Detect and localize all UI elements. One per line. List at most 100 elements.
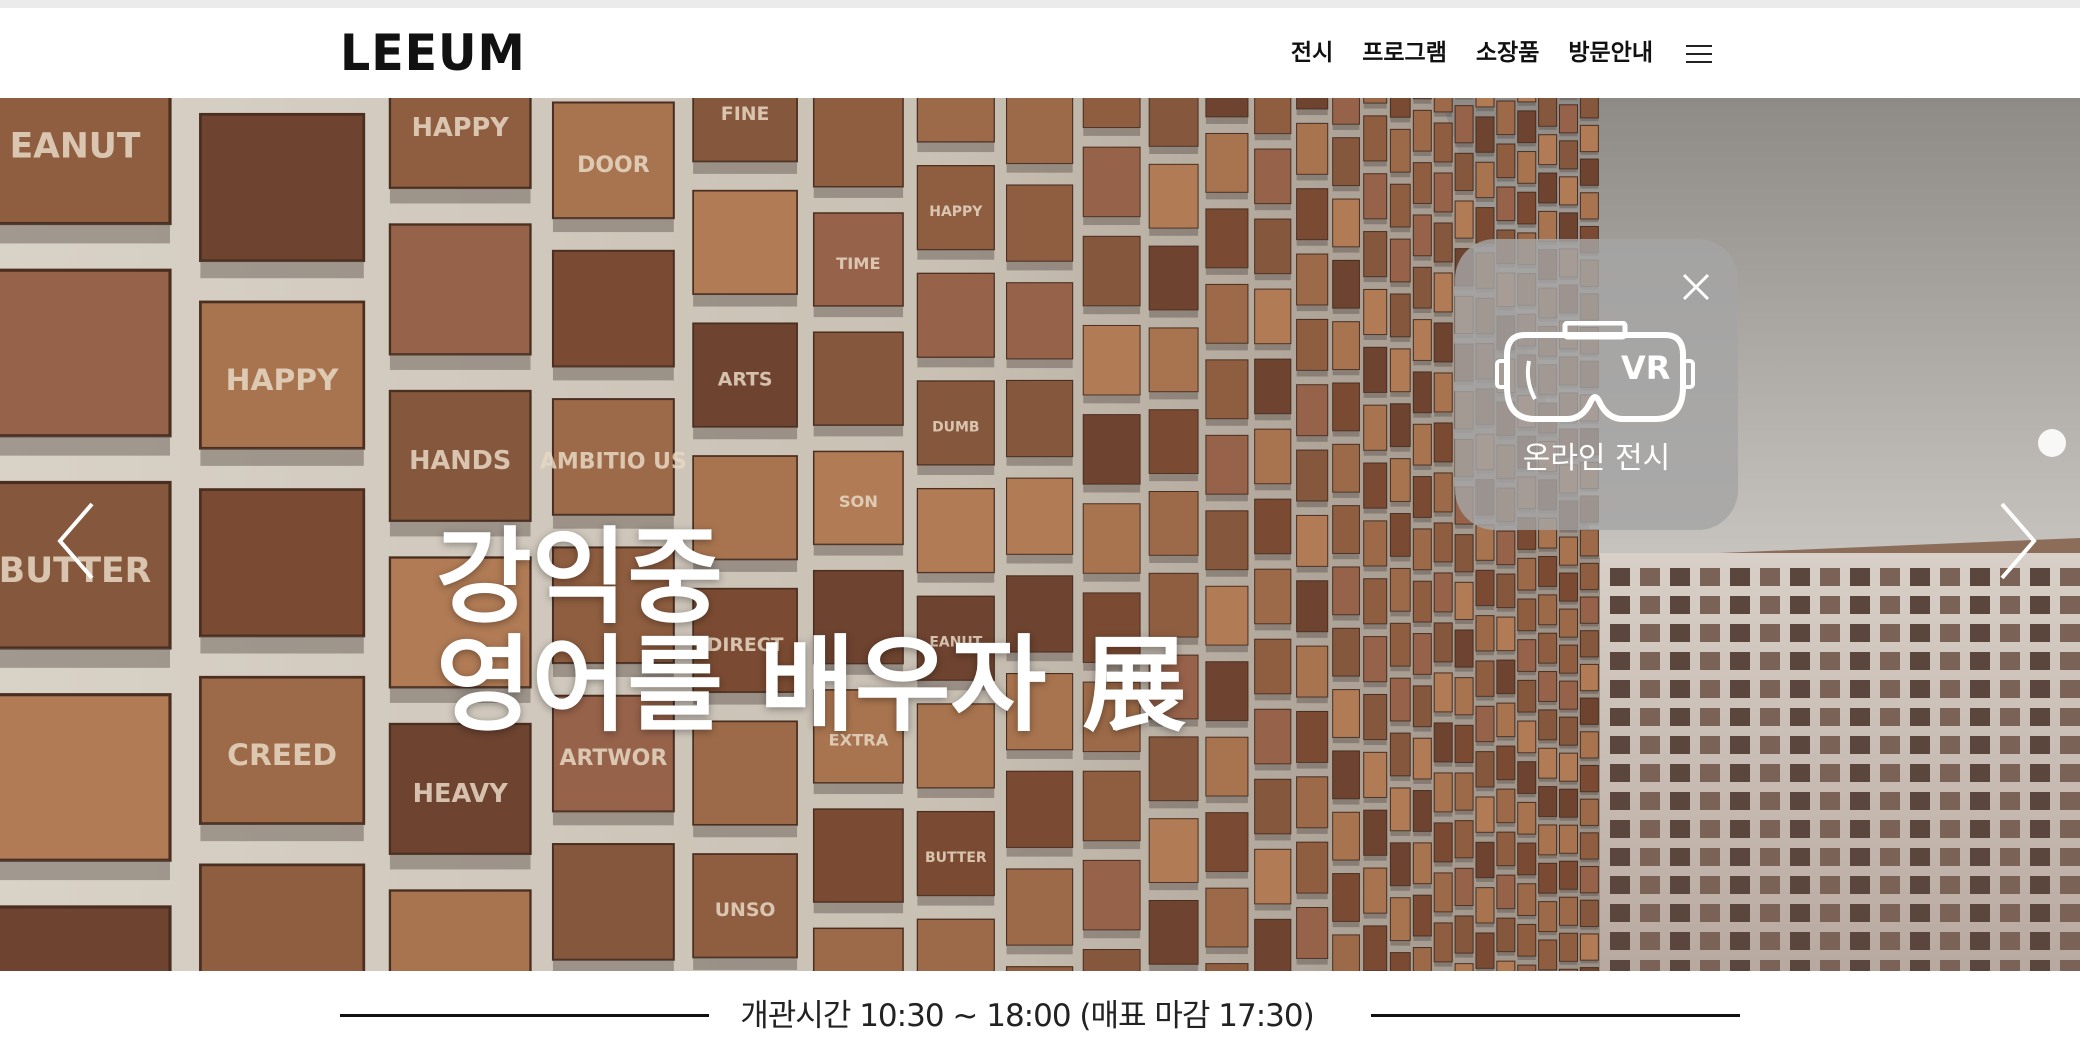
wood-tile-shadow xyxy=(1205,569,1248,577)
far-wall-tile xyxy=(1790,708,1810,726)
wood-tile xyxy=(1433,172,1453,213)
wood-tile xyxy=(1558,788,1578,818)
wood-tile xyxy=(1579,596,1599,624)
hero-title[interactable]: 강익중 영어를 배우자 展 xyxy=(436,523,1187,739)
wood-tile xyxy=(1363,578,1388,625)
wood-tile-shadow xyxy=(1363,913,1387,919)
previous-slide-arrow-icon[interactable] xyxy=(50,496,110,586)
wood-tile xyxy=(1205,812,1249,873)
wood-tile xyxy=(1389,183,1411,228)
far-wall-tile xyxy=(1880,932,1900,950)
wood-tile xyxy=(1148,245,1199,311)
wood-tile-shadow xyxy=(1559,817,1578,821)
wood-tile xyxy=(1296,122,1329,175)
wood-tile-shadow xyxy=(200,823,364,842)
far-wall-tile xyxy=(2060,624,2080,642)
far-wall-tile xyxy=(1940,764,1960,782)
wood-tile xyxy=(1389,567,1411,612)
hamburger-menu-icon[interactable] xyxy=(1686,45,1712,65)
wood-tile-shadow xyxy=(1006,847,1073,857)
wood-tile xyxy=(1082,98,1141,129)
nav-visit-info[interactable]: 방문안내 xyxy=(1568,38,1653,68)
wood-tile-shadow xyxy=(1434,661,1453,667)
wood-tile-shadow xyxy=(1254,903,1291,911)
wood-tile xyxy=(1579,630,1599,658)
wood-tile-shadow xyxy=(1413,779,1432,784)
wood-tile xyxy=(1496,745,1516,781)
nav-exhibition[interactable]: 전시 xyxy=(1291,38,1333,68)
wood-tile-shadow xyxy=(1496,134,1515,139)
wood-tile-shadow xyxy=(1580,219,1599,223)
wood-tile xyxy=(1363,925,1388,971)
wood-tile xyxy=(1433,772,1453,813)
wood-tile-shadow xyxy=(1205,116,1248,124)
opening-hours-bar: 개관시간 10:30 ~ 18:00 (매표 마감 17:30) xyxy=(0,990,2080,1040)
far-wall-tile xyxy=(2060,820,2080,838)
wood-tile-shadow xyxy=(1413,622,1432,627)
wood-tile-shadow xyxy=(1413,517,1432,523)
wood-tile-shadow xyxy=(1434,711,1453,717)
wood-tile-shadow xyxy=(1390,117,1411,123)
far-wall-tile xyxy=(1820,652,1840,670)
far-wall-tile xyxy=(1700,624,1720,642)
wood-tile xyxy=(1475,116,1495,153)
wood-tile xyxy=(1412,423,1432,466)
wood-tile xyxy=(916,918,995,971)
wood-tile xyxy=(1475,796,1495,833)
wood-tile-shadow xyxy=(1496,564,1515,569)
far-wall-tile xyxy=(1790,568,1810,586)
far-wall-tile xyxy=(1640,820,1660,838)
wood-tile xyxy=(1454,915,1474,954)
far-wall-tile xyxy=(2060,932,2080,950)
far-wall-tile xyxy=(1970,848,1990,866)
wood-tile xyxy=(1082,949,1141,971)
far-wall-tile xyxy=(1970,652,1990,670)
wood-tile xyxy=(1205,510,1249,571)
wood-tile xyxy=(1538,556,1558,587)
wood-tile-shadow xyxy=(1455,619,1474,624)
wood-tile-shadow xyxy=(1254,343,1291,351)
wood-tile-shadow xyxy=(1475,696,1494,701)
wood-tile-shadow xyxy=(1332,798,1360,805)
wood-tile-shadow xyxy=(1434,811,1453,817)
wood-tile-shadow xyxy=(1559,132,1578,137)
wood-tile-shadow xyxy=(1363,855,1387,861)
wood-tile xyxy=(1389,238,1411,283)
wood-tile xyxy=(916,98,995,143)
wood-tile xyxy=(1412,528,1432,571)
far-wall-tile xyxy=(2060,568,2080,586)
wood-tile xyxy=(199,863,366,971)
nav-collection[interactable]: 소장품 xyxy=(1476,38,1539,68)
far-wall-tile xyxy=(1820,876,1840,894)
far-wall-tile xyxy=(1850,792,1870,810)
wood-tile xyxy=(1433,872,1453,913)
wood-tile-shadow xyxy=(0,223,170,244)
wood-tile-shadow xyxy=(1149,800,1199,809)
close-icon[interactable] xyxy=(1680,271,1712,303)
far-wall-tile xyxy=(1880,708,1900,726)
far-wall-tile xyxy=(1700,736,1720,754)
nav-program[interactable]: 프로그램 xyxy=(1362,38,1447,68)
far-wall-tile xyxy=(1850,904,1870,922)
wood-tile-shadow xyxy=(1434,611,1453,617)
far-wall-tile xyxy=(1910,708,1930,726)
wood-tile xyxy=(1579,124,1599,153)
wood-tile xyxy=(1517,151,1537,184)
wood-tile-shadow xyxy=(1434,911,1453,917)
wood-tile xyxy=(1296,710,1329,763)
vr-online-exhibition-popup[interactable]: VR 온라인 전시 xyxy=(1455,239,1738,530)
wood-tile-shadow xyxy=(1434,211,1453,217)
wood-tile xyxy=(551,249,675,368)
wood-tile xyxy=(1254,428,1292,485)
next-slide-arrow-icon[interactable] xyxy=(1984,496,2044,586)
wood-tile-shadow xyxy=(1517,101,1536,106)
wood-tile xyxy=(1412,214,1432,257)
wood-tile xyxy=(1005,966,1074,971)
wood-tile-shadow xyxy=(1149,473,1199,482)
wood-tile-shadow xyxy=(917,895,995,906)
far-wall-tile xyxy=(2000,904,2020,922)
leeum-logo[interactable]: LEEUM xyxy=(340,28,526,78)
far-wall-tile xyxy=(1610,568,1630,586)
wood-tile-shadow xyxy=(1434,861,1453,867)
wood-tile xyxy=(1363,404,1388,451)
